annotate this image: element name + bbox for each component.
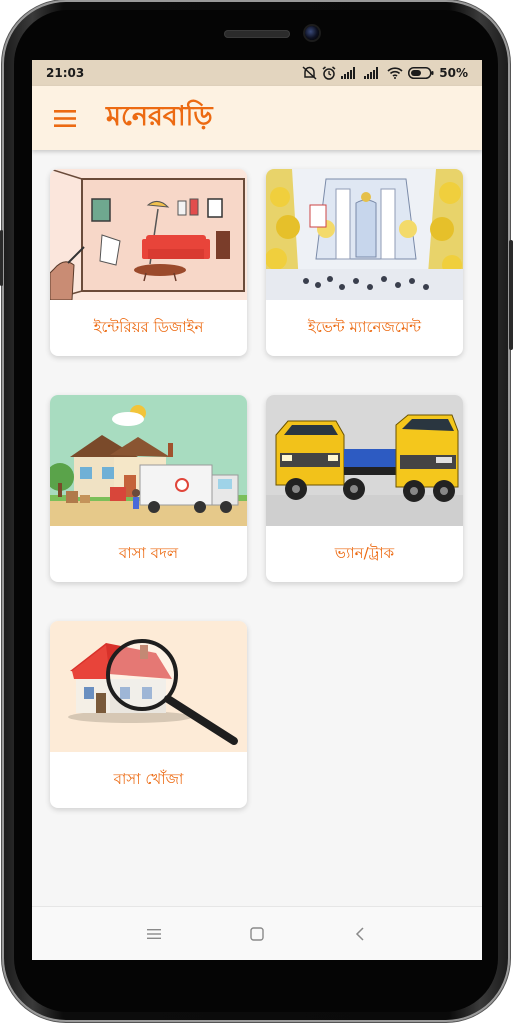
service-card-house-search[interactable]: বাসা খোঁজা: [50, 621, 247, 808]
service-card-house-moving[interactable]: বাসা বদল: [50, 395, 247, 582]
system-nav-bar: [32, 906, 482, 960]
app-bar: মনেরবাড়ি: [32, 86, 482, 150]
service-label: ইভেন্ট ম্যানেজমেন্ট: [307, 317, 422, 336]
interior-design-image: [50, 169, 247, 300]
services-grid: ইন্টেরিয়র ডিজাইন ইভেন্ট ম্যানেজমেন্ট বা…: [32, 150, 482, 910]
back-chevron-icon[interactable]: [340, 914, 380, 954]
earpiece: [224, 30, 290, 38]
power-button: [509, 240, 513, 350]
menu-lines-icon[interactable]: [134, 914, 174, 954]
hamburger-menu-icon[interactable]: [52, 107, 78, 129]
wifi-icon: [387, 67, 403, 79]
front-camera: [305, 26, 319, 40]
status-icons: 50%: [302, 66, 468, 80]
home-square-icon[interactable]: [237, 914, 277, 954]
signal-icon: [364, 67, 379, 79]
house-moving-image: [50, 395, 247, 526]
volume-button: [0, 230, 3, 286]
service-label: ইন্টেরিয়র ডিজাইন: [93, 317, 204, 336]
service-label: বাসা বদল: [118, 543, 179, 562]
status-bar: 21:03 50%: [32, 60, 482, 86]
event-management-image: [266, 169, 463, 300]
service-card-interior-design[interactable]: ইন্টেরিয়র ডিজাইন: [50, 169, 247, 356]
service-card-event-management[interactable]: ইভেন্ট ম্যানেজমেন্ট: [266, 169, 463, 356]
service-label: বাসা খোঁজা: [113, 769, 184, 788]
van-truck-image: [266, 395, 463, 526]
signal-icon: [341, 67, 356, 79]
app-title: মনেরবাড়ি: [106, 100, 213, 132]
status-time: 21:03: [46, 66, 85, 80]
battery-percent: 50%: [439, 66, 468, 80]
service-label: ভ্যান/ট্রাক: [334, 543, 395, 562]
house-search-image: [50, 621, 247, 752]
screen: 21:03 50% মনেরবাড়ি ইন্টেরিয়র ডিজাইন ইভ…: [32, 60, 482, 960]
alarm-icon: [322, 66, 336, 80]
battery-icon: [408, 67, 434, 79]
service-card-van-truck[interactable]: ভ্যান/ট্রাক: [266, 395, 463, 582]
alarm-off-icon: [302, 66, 317, 80]
